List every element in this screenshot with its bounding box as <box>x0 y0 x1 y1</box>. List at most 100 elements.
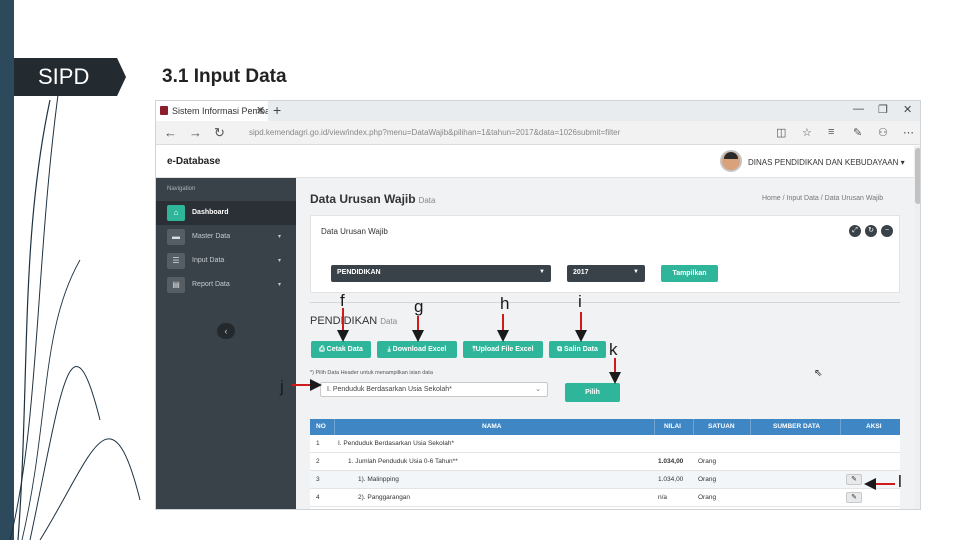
site-favicon-icon <box>160 106 168 115</box>
minimize-icon[interactable]: — <box>853 103 864 115</box>
more-icon[interactable]: ⋯ <box>903 126 914 139</box>
app-header: e-Database DINAS PENDIDIKAN DAN KEBUDAYA… <box>156 146 920 178</box>
column-divider <box>334 419 335 435</box>
reading-view-icon[interactable]: ◫ <box>776 126 786 139</box>
app-logo: e-Database <box>167 156 221 167</box>
hub-icon[interactable]: ≡ <box>828 126 834 138</box>
browser-window: Sistem Informasi Pemba ✕ + — ❐ ✕ ← → ↻ s… <box>155 100 921 510</box>
chevron-down-icon: ▾ <box>278 258 282 264</box>
tampilkan-button[interactable]: Tampilkan <box>661 265 718 282</box>
sidebar-item-label: Report Data <box>192 281 230 288</box>
cell-nama: 1. Jumlah Penduduk Usia 0-6 Tahun** <box>348 458 458 465</box>
sidebar-item-dashboard[interactable]: ⌂ Dashboard <box>156 201 296 225</box>
col-header-nama: NAMA <box>482 423 502 430</box>
edit-icon[interactable]: ✎ <box>846 474 862 485</box>
page-title: Data Urusan Wajib Data <box>310 192 435 206</box>
col-header-nilai: NILAI <box>664 423 681 430</box>
col-header-sumber: SUMBER DATA <box>773 423 821 430</box>
table-row[interactable]: 4 2). Panggarangan n/a Orang ✎ <box>310 489 900 507</box>
header-select-value: I. Penduduk Berdasarkan Usia Sekolah* <box>327 386 452 393</box>
cell-nilai: 1.034,00 <box>658 476 684 483</box>
tab-title: Sistem Informasi Pemba <box>172 106 268 116</box>
sidebar-collapse-button[interactable]: ‹ <box>217 323 235 339</box>
table-row[interactable]: 1 I. Penduduk Berdasarkan Usia Sekolah* <box>310 435 900 453</box>
window-close-icon[interactable]: ✕ <box>903 103 912 116</box>
col-header-no: NO <box>316 423 326 430</box>
header-select[interactable]: I. Penduduk Berdasarkan Usia Sekolah* ⌄ <box>320 382 548 397</box>
page-subtitle: Data <box>418 196 436 205</box>
user-menu[interactable]: DINAS PENDIDIKAN DAN KEBUDAYAAN ▾ <box>748 158 905 167</box>
user-avatar[interactable] <box>720 150 742 172</box>
slide-title: 3.1 Input Data <box>162 66 287 87</box>
edit-icon[interactable]: ✎ <box>846 492 862 503</box>
breadcrumb[interactable]: Home / Input Data / Data Urusan Wajib <box>762 195 883 202</box>
annotation-label-l: l <box>898 472 902 491</box>
tab-close-icon[interactable]: ✕ <box>256 104 265 117</box>
annotation-label-f: f <box>340 291 345 310</box>
column-divider <box>654 419 655 435</box>
table-header-row: NO NAMA NILAI SATUAN SUMBER DATA AKSI <box>310 419 900 435</box>
download-excel-button[interactable]: ⤓ Download Excel <box>377 341 457 358</box>
mouse-cursor-icon: ⇖ <box>814 368 823 379</box>
panel-expand-icon[interactable]: ⤢ <box>849 225 861 237</box>
cell-no: 3 <box>316 476 320 483</box>
web-note-icon[interactable]: ✎ <box>853 126 862 139</box>
chevron-down-icon: ▼ <box>633 269 639 275</box>
maximize-icon[interactable]: ❐ <box>878 103 888 116</box>
annotation-label-j: j <box>280 377 284 396</box>
refresh-icon[interactable]: ↻ <box>214 125 225 141</box>
tahun-select-value: 2017 <box>573 269 589 276</box>
scrollbar-thumb[interactable] <box>915 148 920 204</box>
share-icon[interactable]: ⚇ <box>878 126 888 139</box>
page-title-text: Data Urusan Wajib <box>310 192 416 206</box>
column-divider <box>693 419 694 435</box>
forward-icon[interactable]: → <box>189 125 202 140</box>
col-header-satuan: SATUAN <box>708 423 735 430</box>
annotation-label-h: h <box>500 294 510 313</box>
chevron-down-icon: ▾ <box>278 234 282 240</box>
cell-nama: 2). Panggarangan <box>358 494 411 501</box>
column-divider <box>750 419 751 435</box>
filter-panel: Data Urusan Wajib ⤢ ↻ − PENDIDIKAN ▼ 201… <box>310 215 900 293</box>
cell-nama: I. Penduduk Berdasarkan Usia Sekolah* <box>338 440 454 447</box>
cell-nilai: n/a <box>658 494 668 501</box>
page-scrollbar[interactable] <box>914 146 920 509</box>
cell-satuan: Orang <box>698 494 717 501</box>
annotation-label-k: k <box>609 340 618 359</box>
report-icon: ▤ <box>167 277 185 293</box>
tahun-select[interactable]: 2017 ▼ <box>567 265 645 282</box>
panel-title: Data Urusan Wajib <box>321 227 388 236</box>
urusan-select[interactable]: PENDIDIKAN ▼ <box>331 265 551 282</box>
slide: SIPD 3.1 Input Data Sistem Informasi Pem… <box>0 0 960 540</box>
table-row[interactable]: 2 1. Jumlah Penduduk Usia 0-6 Tahun** 1.… <box>310 453 900 471</box>
browser-tab[interactable]: Sistem Informasi Pemba ✕ <box>156 101 268 121</box>
chevron-down-icon: ⌄ <box>535 386 541 393</box>
sidebar-item-input-data[interactable]: ☰ Input Data ▾ <box>156 249 296 273</box>
annotation-label-g: g <box>414 297 424 316</box>
url-field[interactable]: sipd.kemendagri.go.id/view/index.php?men… <box>249 128 620 137</box>
header-hint: *) Pilih Data Header untuk menampilkan i… <box>310 370 433 376</box>
chevron-down-icon: ▾ <box>278 282 282 288</box>
sidebar-item-label: Input Data <box>192 257 225 264</box>
folder-icon: ▬ <box>167 229 185 245</box>
sidebar-item-label: Master Data <box>192 233 231 240</box>
pilih-button[interactable]: Pilih <box>565 383 620 402</box>
new-tab-button[interactable]: + <box>273 102 281 118</box>
data-table: NO NAMA NILAI SATUAN SUMBER DATA AKSI 1 … <box>310 419 900 509</box>
favorite-icon[interactable]: ☆ <box>802 126 812 139</box>
sidebar-item-report-data[interactable]: ▤ Report Data ▾ <box>156 273 296 297</box>
sidebar-item-label: Dashboard <box>192 209 229 216</box>
main-content: Data Urusan Wajib Data Home / Input Data … <box>296 178 914 509</box>
panel-refresh-icon[interactable]: ↻ <box>865 225 877 237</box>
urusan-select-value: PENDIDIKAN <box>337 269 381 276</box>
table-row[interactable]: 3 1). Malinpping 1.034,00 Orang ✎ <box>310 471 900 489</box>
section-title-text: PENDIDIKAN <box>310 315 378 327</box>
cetak-data-button[interactable]: ⎙ Cetak Data <box>311 341 371 358</box>
panel-minimize-icon[interactable]: − <box>881 225 893 237</box>
cell-satuan: Orang <box>698 476 717 483</box>
salin-data-button[interactable]: ⧉ Salin Data <box>549 341 606 358</box>
sidebar-item-master-data[interactable]: ▬ Master Data ▾ <box>156 225 296 249</box>
upload-excel-button[interactable]: ⤒Upload File Excel <box>463 341 543 358</box>
back-icon[interactable]: ← <box>164 125 177 140</box>
cell-no: 1 <box>316 440 320 447</box>
